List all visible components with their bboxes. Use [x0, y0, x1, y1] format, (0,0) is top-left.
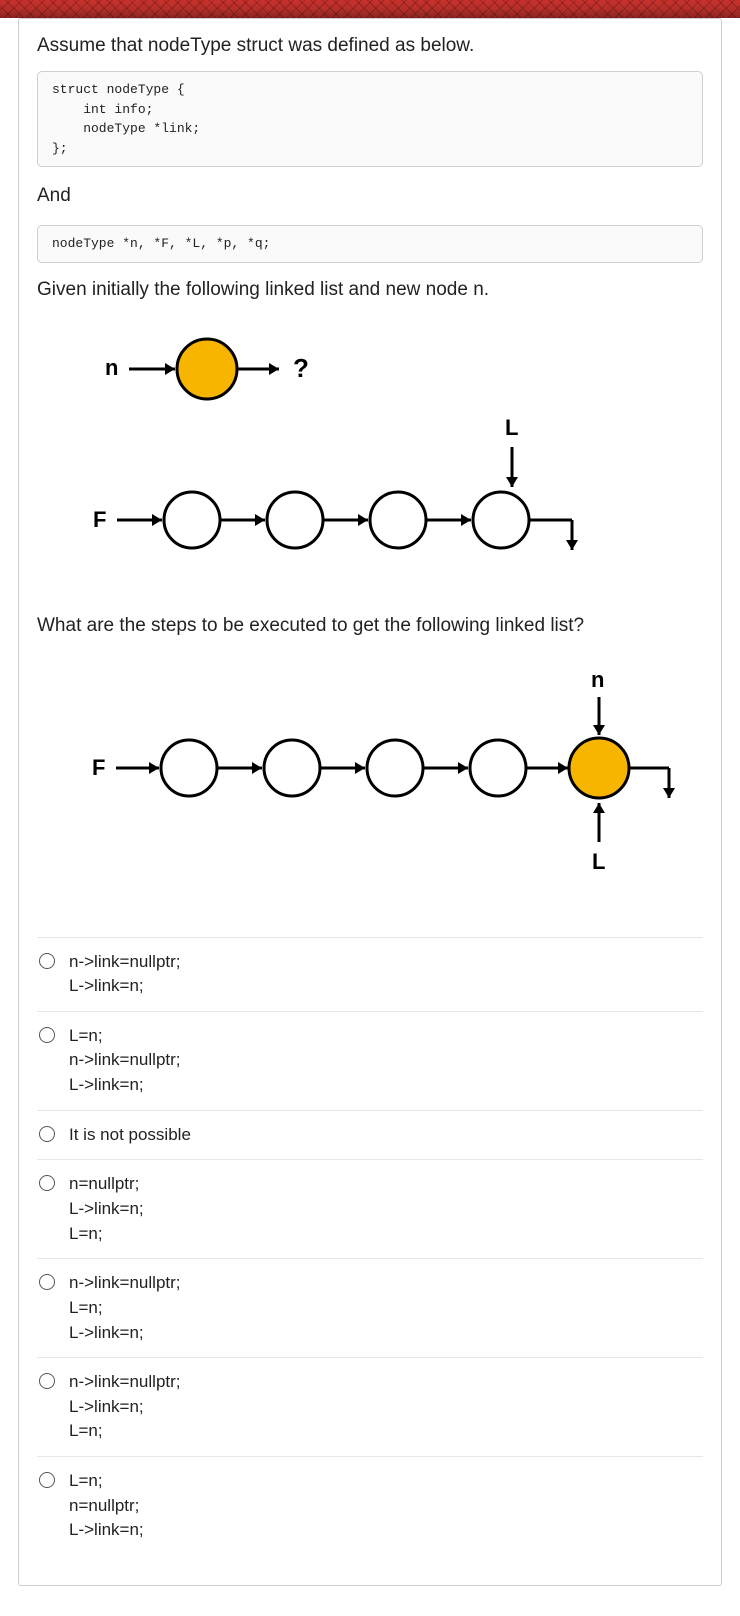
radio-icon[interactable]: [39, 1027, 55, 1043]
intro-text: Assume that nodeType struct was defined …: [37, 35, 703, 57]
option-3[interactable]: n=nullptr; L->link=n; L=n;: [37, 1159, 703, 1258]
diagram-initial: n ? L F: [47, 315, 667, 595]
diagram1-L-label: L: [505, 415, 518, 440]
options-list: n->link=nullptr; L->link=n; L=n; n->link…: [37, 937, 703, 1556]
option-5[interactable]: n->link=nullptr; L->link=n; L=n;: [37, 1357, 703, 1456]
window-top-bar: [0, 0, 740, 18]
diagram2-F-label: F: [92, 755, 105, 780]
radio-icon[interactable]: [39, 1373, 55, 1389]
option-6[interactable]: L=n; n=nullptr; L->link=n;: [37, 1456, 703, 1555]
option-2[interactable]: It is not possible: [37, 1110, 703, 1160]
code-block-decl: nodeType *n, *F, *L, *p, *q;: [37, 225, 703, 263]
code-block-struct: struct nodeType { int info; nodeType *li…: [37, 71, 703, 167]
option-0[interactable]: n->link=nullptr; L->link=n;: [37, 937, 703, 1011]
option-text: n=nullptr; L->link=n; L=n;: [69, 1172, 144, 1246]
given-text: Given initially the following linked lis…: [37, 279, 703, 301]
radio-icon[interactable]: [39, 1274, 55, 1290]
radio-icon[interactable]: [39, 1126, 55, 1142]
option-text: L=n; n=nullptr; L->link=n;: [69, 1469, 144, 1543]
diagram1-n-label: n: [105, 355, 118, 380]
radio-icon[interactable]: [39, 1472, 55, 1488]
diagram1-qmark: ?: [293, 353, 309, 383]
and-label: And: [37, 185, 703, 207]
option-text: n->link=nullptr; L=n; L->link=n;: [69, 1271, 181, 1345]
option-text: n->link=nullptr; L->link=n; L=n;: [69, 1370, 181, 1444]
option-text: It is not possible: [69, 1123, 191, 1148]
option-1[interactable]: L=n; n->link=nullptr; L->link=n;: [37, 1011, 703, 1110]
question-card: Assume that nodeType struct was defined …: [18, 18, 722, 1586]
option-text: n->link=nullptr; L->link=n;: [69, 950, 181, 999]
radio-icon[interactable]: [39, 1175, 55, 1191]
option-4[interactable]: n->link=nullptr; L=n; L->link=n;: [37, 1258, 703, 1357]
option-text: L=n; n->link=nullptr; L->link=n;: [69, 1024, 181, 1098]
diagram-result: n F L: [47, 657, 707, 897]
question-text: What are the steps to be executed to get…: [37, 615, 703, 637]
diagram2-n-label: n: [591, 667, 604, 692]
diagram2-L-label: L: [592, 849, 605, 874]
radio-icon[interactable]: [39, 953, 55, 969]
diagram1-F-label: F: [93, 507, 106, 532]
